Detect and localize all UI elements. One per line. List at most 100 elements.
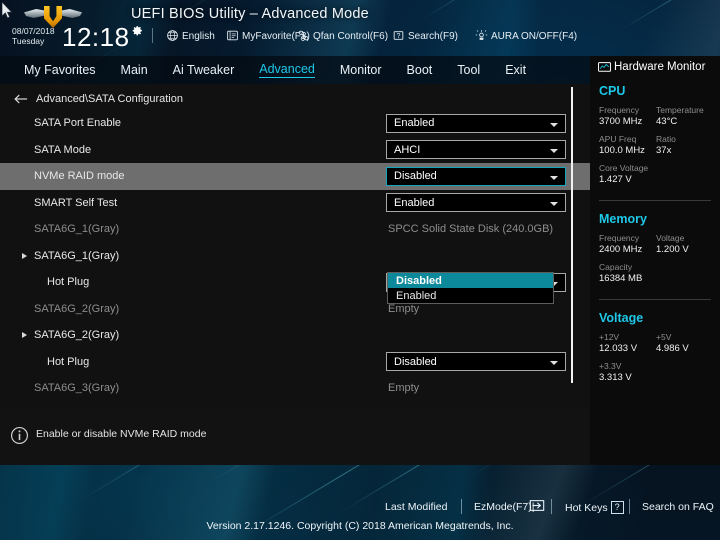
dropdown-sata-mode[interactable]: AHCI (386, 140, 566, 159)
header-item-english[interactable]: English (182, 31, 215, 42)
dropdown-nvme-raid-mode[interactable]: Disabled (386, 166, 566, 186)
nav-tab-exit[interactable]: Exit (505, 63, 526, 77)
setting-row[interactable]: SATA6G_2(Gray) (0, 322, 590, 349)
header-item-qfan-control[interactable]: Qfan Control(F6) (313, 31, 388, 42)
dropdown-menu-nvme-raid[interactable]: Disabled Enabled (387, 272, 554, 304)
setting-row[interactable]: NVMe RAID mode Disabled (0, 163, 590, 190)
hot-keys-badge: ? (610, 501, 624, 514)
help-panel: Enable or disable NVMe RAID mode (0, 409, 590, 465)
hw-value: 100.0 MHz (599, 145, 645, 156)
dropdown-value: AHCI (394, 143, 421, 156)
hw-key: +12V (599, 332, 620, 342)
hardware-monitor-title: Hardware Monitor (614, 61, 706, 73)
aura-icon[interactable] (475, 29, 488, 42)
exit-arrow-icon[interactable] (529, 500, 545, 511)
dropdown-option[interactable]: Disabled (388, 273, 553, 288)
fan-icon[interactable] (297, 29, 310, 42)
dropdown-smart-self-test[interactable]: Enabled (386, 193, 566, 212)
date-label: 08/07/2018 (12, 26, 55, 36)
setting-label: NVMe RAID mode (34, 170, 125, 183)
mouse-cursor-icon (2, 2, 13, 19)
hw-key: Core Voltage (599, 163, 649, 173)
chevron-down-icon[interactable] (550, 361, 558, 365)
logo-wing-left (24, 9, 45, 18)
hw-section-title-cpu: CPU (599, 84, 626, 98)
svg-text:?: ? (397, 33, 401, 40)
setting-row[interactable]: SATA Port Enable Enabled (0, 110, 590, 137)
dropdown-sata-port-enable[interactable]: Enabled (386, 113, 566, 133)
setting-label: Hot Plug (47, 276, 90, 289)
vertical-scrollbar[interactable] (571, 87, 573, 383)
header-item-aura[interactable]: AURA ON/OFF(F4) (491, 31, 577, 42)
bottom-separator-1 (461, 499, 462, 514)
header-item-search[interactable]: Search(F9) (408, 31, 458, 42)
datetime-display: 08/07/2018 Tuesday (12, 26, 55, 46)
logo-wing-right (61, 9, 82, 18)
gear-icon[interactable] (131, 24, 144, 37)
nav-tab-tool[interactable]: Tool (457, 63, 480, 77)
hw-value: 4.986 V (656, 343, 689, 354)
search-icon[interactable]: ? (392, 29, 405, 42)
hardware-monitor-header: Hardware Monitor (598, 61, 714, 75)
nav-tab-monitor[interactable]: Monitor (340, 63, 382, 77)
last-modified-button[interactable]: Last Modified (385, 501, 447, 513)
hw-key: APU Freq (599, 134, 637, 144)
hot-keys-label: Hot Keys (565, 502, 608, 514)
nav-tab-boot[interactable]: Boot (407, 63, 433, 77)
setting-label: SMART Self Test (34, 196, 118, 209)
chevron-down-icon[interactable] (550, 149, 558, 153)
hw-value: 2400 MHz (599, 244, 643, 255)
version-footer: Version 2.17.1246. Copyright (C) 2018 Am… (206, 520, 514, 532)
search-on-faq-button[interactable]: Search on FAQ (642, 501, 714, 513)
dropdown-value: Disabled (394, 170, 437, 182)
dropdown-hot-plug[interactable]: Disabled (386, 352, 566, 371)
setting-label: Hot Plug (47, 355, 90, 368)
monitor-icon (598, 62, 611, 72)
header-separator (152, 28, 153, 43)
chevron-down-icon[interactable] (550, 122, 558, 127)
setting-row[interactable]: SATA Mode AHCI (0, 137, 590, 164)
setting-row[interactable]: SATA6G_3(Gray) Empty (0, 375, 590, 402)
setting-label: SATA6G_1(Gray) (34, 223, 120, 236)
setting-label: SATA Mode (34, 143, 92, 156)
ez-mode-button[interactable]: EzMode(F7)| (474, 501, 535, 513)
logo-shield (44, 6, 62, 28)
expand-arrow-icon[interactable] (22, 252, 27, 259)
setting-row[interactable]: SATA6G_1(Gray) (0, 243, 590, 270)
back-arrow-icon[interactable] (14, 93, 28, 105)
hardware-monitor-panel: Hardware Monitor CPU Frequency 3700 MHz Tem… (590, 56, 720, 465)
expand-arrow-icon[interactable] (22, 332, 27, 339)
nav-tab-main[interactable]: Main (121, 63, 148, 77)
settings-panel: Advanced\SATA Configuration SATA Port En… (0, 84, 590, 409)
nav-tab-my-favorites[interactable]: My Favorites (24, 63, 96, 77)
hw-value: 1.427 V (599, 174, 632, 185)
hw-key: Ratio (656, 134, 676, 144)
setting-value: Empty (388, 302, 420, 315)
hot-keys-button[interactable]: Hot Keys? (565, 501, 624, 514)
bottom-separator-2 (551, 499, 552, 514)
day-label: Tuesday (12, 36, 45, 46)
nav-tab-advanced[interactable]: Advanced (259, 62, 315, 78)
globe-icon[interactable] (166, 29, 179, 42)
setting-label: SATA Port Enable (34, 117, 122, 130)
setting-row[interactable]: Hot Plug Disabled (0, 349, 590, 376)
chevron-down-icon[interactable] (550, 175, 558, 180)
nav-tab-list: My Favorites Main Ai Tweaker Advanced Monito… (24, 56, 526, 84)
setting-row[interactable]: SATA6G_1(Gray) SPCC Solid State Disk (240… (0, 216, 590, 243)
hw-section-title-voltage: Voltage (599, 311, 644, 325)
setting-label: SATA6G_2(Gray) (34, 329, 120, 342)
setting-row[interactable]: SATA6G_3(Gray) (0, 402, 590, 410)
info-icon (10, 426, 29, 445)
setting-value: SPCC Solid State Disk (240.0GB) (388, 223, 554, 236)
setting-row[interactable]: SMART Self Test Enabled (0, 190, 590, 217)
dropdown-option[interactable]: Enabled (388, 288, 553, 303)
nav-tab-ai-tweaker[interactable]: Ai Tweaker (173, 63, 235, 77)
breadcrumb[interactable]: Advanced\SATA Configuration (14, 90, 183, 108)
chevron-down-icon[interactable] (550, 202, 558, 206)
setting-label: SATA6G_1(Gray) (34, 249, 120, 262)
favorite-icon[interactable] (226, 29, 239, 42)
hw-section-title-memory: Memory (599, 212, 647, 226)
hw-key: Capacity (599, 262, 633, 272)
clock-label: 12:18 (62, 22, 130, 52)
setting-label: SATA6G_3(Gray) (34, 382, 120, 395)
